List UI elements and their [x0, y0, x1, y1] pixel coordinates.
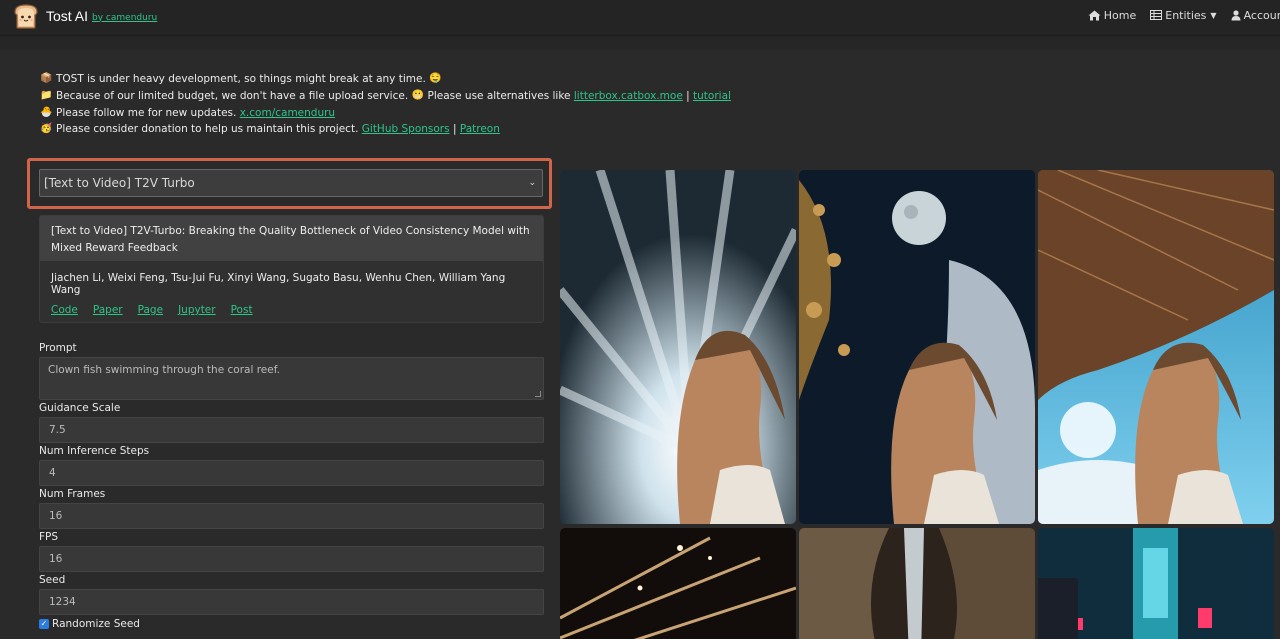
- litterbox-link[interactable]: litterbox.catbox.moe: [574, 88, 683, 105]
- notice-text: Please use alternatives like: [427, 89, 571, 102]
- code-link[interactable]: Code: [51, 304, 78, 316]
- hatching-chick-icon: 🐣: [40, 106, 53, 118]
- model-select-highlight: [Text to Video] T2V Turbo ⌄: [27, 158, 552, 209]
- randomize-seed-row[interactable]: ✓ Randomize Seed: [39, 618, 544, 630]
- nav-menu: Home Entities ▼ Account: [1074, 0, 1280, 30]
- gallery-image-light-streaks[interactable]: [560, 528, 796, 639]
- notice-development: 📦 TOST is under heavy development, so th…: [40, 71, 731, 88]
- notice-text: Because of our limited budget, we don't …: [56, 89, 409, 102]
- brand-name[interactable]: Tost AI: [46, 8, 88, 24]
- home-icon: [1088, 10, 1101, 20]
- notice-text: Please consider donation to help us main…: [56, 123, 359, 136]
- notice-follow: 🐣 Please follow me for new updates. x.co…: [40, 105, 731, 122]
- randomize-seed-label: Randomize Seed: [52, 618, 140, 630]
- table-icon: [1150, 10, 1163, 20]
- nav-entities-label[interactable]: Entities: [1165, 9, 1206, 22]
- chevron-down-icon: ⌄: [528, 178, 536, 188]
- tutorial-link[interactable]: tutorial: [693, 88, 731, 105]
- page-link[interactable]: Page: [138, 304, 163, 316]
- model-info-card: [Text to Video] T2V-Turbo: Breaking the …: [39, 215, 544, 323]
- x-profile-link[interactable]: x.com/camenduru: [240, 105, 335, 122]
- post-link[interactable]: Post: [231, 304, 253, 316]
- num-frames-label: Num Frames: [39, 488, 106, 500]
- top-navbar: Tost AI by camenduru Home Entities ▼ Acc…: [0, 0, 1280, 36]
- model-select[interactable]: [Text to Video] T2V Turbo ⌄: [39, 169, 543, 197]
- guidance-scale-label: Guidance Scale: [39, 402, 121, 414]
- nav-home[interactable]: Home: [1088, 9, 1136, 22]
- seed-input[interactable]: 1234: [39, 589, 544, 615]
- resize-handle-icon[interactable]: [535, 391, 541, 397]
- gallery-image-light-rays[interactable]: [560, 170, 796, 524]
- github-sponsors-link[interactable]: GitHub Sponsors: [362, 121, 450, 138]
- nav-account-label[interactable]: Account: [1244, 9, 1280, 22]
- fps-input[interactable]: 16: [39, 546, 544, 572]
- nav-account[interactable]: Account: [1231, 9, 1280, 22]
- model-authors: Jiachen Li, Weixi Feng, Tsu-Jui Fu, Xiny…: [51, 272, 506, 296]
- num-inference-steps-input[interactable]: 4: [39, 460, 544, 486]
- brand[interactable]: Tost AI by camenduru: [12, 2, 157, 30]
- num-frames-input[interactable]: 16: [39, 503, 544, 529]
- separator: |: [686, 89, 690, 102]
- nav-entities[interactable]: Entities ▼: [1150, 9, 1217, 22]
- prompt-textarea[interactable]: Clown fish swimming through the coral re…: [39, 357, 544, 400]
- notice-upload: 📁 Because of our limited budget, we don'…: [40, 88, 731, 105]
- randomize-seed-checkbox[interactable]: ✓: [39, 619, 49, 629]
- guidance-scale-input[interactable]: 7.5: [39, 417, 544, 443]
- generation-form: Prompt Clown fish swimming through the c…: [39, 340, 544, 630]
- fps-label: FPS: [39, 531, 59, 543]
- patreon-link[interactable]: Patreon: [460, 121, 500, 138]
- separator: |: [452, 123, 457, 136]
- main-container: 📦 TOST is under heavy development, so th…: [0, 50, 1280, 639]
- nav-home-label[interactable]: Home: [1104, 9, 1136, 22]
- partying-face-icon: 🥳: [40, 123, 53, 135]
- notice-text: Please follow me for new updates.: [56, 106, 237, 119]
- notice-text: TOST is under heavy development, so thin…: [56, 73, 426, 85]
- toast-logo-icon: [14, 4, 38, 29]
- drooling-face-icon: 🤤: [429, 73, 442, 84]
- caret-down-icon: ▼: [1210, 10, 1217, 20]
- num-inference-steps-label: Num Inference Steps: [39, 445, 150, 457]
- gallery-image-palm-thatch[interactable]: [1038, 170, 1274, 524]
- folder-icon: 📁: [40, 89, 53, 101]
- paper-link[interactable]: Paper: [93, 304, 123, 316]
- seed-label: Seed: [39, 574, 66, 586]
- gallery-image-neon-city[interactable]: [1038, 528, 1274, 639]
- jupyter-link[interactable]: Jupyter: [178, 304, 216, 316]
- prompt-value: Clown fish swimming through the coral re…: [48, 364, 280, 376]
- notices: 📦 TOST is under heavy development, so th…: [40, 71, 731, 138]
- model-title: [Text to Video] T2V-Turbo: Breaking the …: [40, 216, 543, 261]
- model-select-value: [Text to Video] T2V Turbo: [44, 176, 195, 190]
- grimace-face-icon: 😬: [411, 89, 424, 101]
- gallery-image-waterfall-cave[interactable]: [799, 528, 1035, 639]
- notice-donation: 🥳 Please consider donation to help us ma…: [40, 121, 731, 138]
- prompt-label: Prompt: [39, 342, 77, 354]
- user-icon: [1231, 9, 1241, 20]
- package-icon: 📦: [40, 73, 53, 84]
- gallery-image-moon-sky[interactable]: [799, 170, 1035, 524]
- brand-author-link[interactable]: by camenduru: [92, 13, 157, 23]
- model-links: Code Paper Page Jupyter Post: [51, 304, 532, 316]
